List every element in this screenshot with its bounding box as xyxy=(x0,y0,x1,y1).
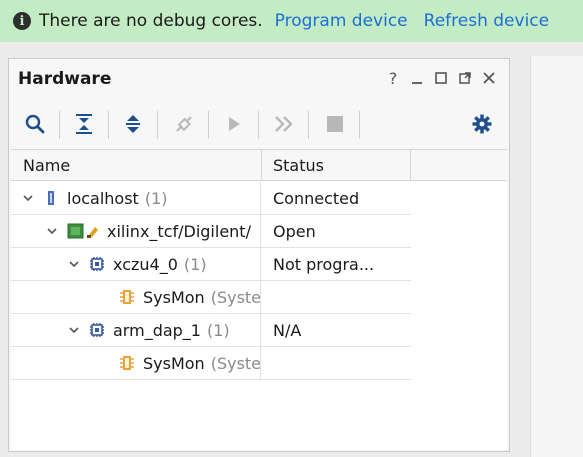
maximize-icon[interactable] xyxy=(433,70,449,86)
node-status: Open xyxy=(273,221,316,241)
tree-row-xczu4[interactable]: xczu4_0 (1) Not progra... xyxy=(11,248,411,281)
banner-message: There are no debug cores. xyxy=(39,11,263,31)
collapse-all-icon[interactable] xyxy=(71,111,97,137)
notification-banner: i There are no debug cores. Program devi… xyxy=(0,0,583,42)
adjacent-panel xyxy=(530,56,583,457)
tree-row-arm-dap[interactable]: arm_dap_1 (1) N/A xyxy=(11,314,411,347)
jtag-cable-icon xyxy=(67,223,101,239)
tree-row-sysmon[interactable]: SysMon (System Monitor) xyxy=(11,347,411,380)
node-status: N/A xyxy=(273,320,302,340)
chevron-down-icon[interactable] xyxy=(45,224,59,238)
close-icon[interactable] xyxy=(481,70,497,86)
toolbar xyxy=(9,105,509,145)
window-controls: ? xyxy=(385,69,497,88)
node-label: SysMon xyxy=(143,353,205,373)
info-icon: i xyxy=(13,12,31,30)
tree-row-sysmon[interactable]: SysMon (System Monitor) xyxy=(11,281,411,314)
column-header-name[interactable]: Name xyxy=(11,150,262,181)
program-device-link[interactable]: Program device xyxy=(275,11,408,31)
stop-icon xyxy=(322,111,348,137)
node-label: xczu4_0 xyxy=(113,254,178,274)
chevron-down-icon[interactable] xyxy=(67,257,81,271)
gear-icon[interactable] xyxy=(469,111,495,137)
node-description: (System Monitor) xyxy=(210,353,261,373)
panel-title: Hardware xyxy=(18,69,112,89)
node-label: SysMon xyxy=(143,287,205,307)
chip-icon xyxy=(89,322,105,338)
chevron-down-icon[interactable] xyxy=(67,323,81,337)
node-status xyxy=(261,347,411,379)
node-status xyxy=(261,281,411,313)
sysmon-icon xyxy=(119,355,135,371)
node-count: (1) xyxy=(206,320,230,340)
tree-row-jtag-cable[interactable]: xilinx_tcf/Digilent/ Open xyxy=(11,215,411,248)
node-status: Not progra... xyxy=(273,254,375,274)
minimize-icon[interactable] xyxy=(409,70,425,86)
node-count: (1) xyxy=(144,188,168,208)
refresh-device-link[interactable]: Refresh device xyxy=(424,11,549,31)
tree-row-localhost[interactable]: localhost (1) Connected xyxy=(11,182,411,215)
float-icon[interactable] xyxy=(457,70,473,86)
node-description: (System Monitor) xyxy=(210,287,261,307)
help-icon[interactable]: ? xyxy=(385,69,401,88)
server-icon xyxy=(43,190,59,206)
chip-icon xyxy=(89,256,105,272)
step-icon xyxy=(271,111,297,137)
sysmon-icon xyxy=(119,289,135,305)
node-count: (1) xyxy=(183,254,207,274)
expand-all-icon[interactable] xyxy=(120,111,146,137)
run-icon xyxy=(221,111,247,137)
node-label: xilinx_tcf/Digilent/ xyxy=(107,221,251,241)
hardware-panel: Hardware ? Name Status localhost (1) Con… xyxy=(8,58,510,452)
chevron-down-icon[interactable] xyxy=(21,191,35,205)
node-label: localhost xyxy=(67,188,139,208)
auto-connect-icon xyxy=(171,111,197,137)
hardware-tree: Name Status localhost (1) Connected xili… xyxy=(11,149,507,450)
column-header-status[interactable]: Status xyxy=(262,150,411,181)
search-icon[interactable] xyxy=(22,111,48,137)
node-status: Connected xyxy=(273,188,360,208)
node-label: arm_dap_1 xyxy=(113,320,201,340)
